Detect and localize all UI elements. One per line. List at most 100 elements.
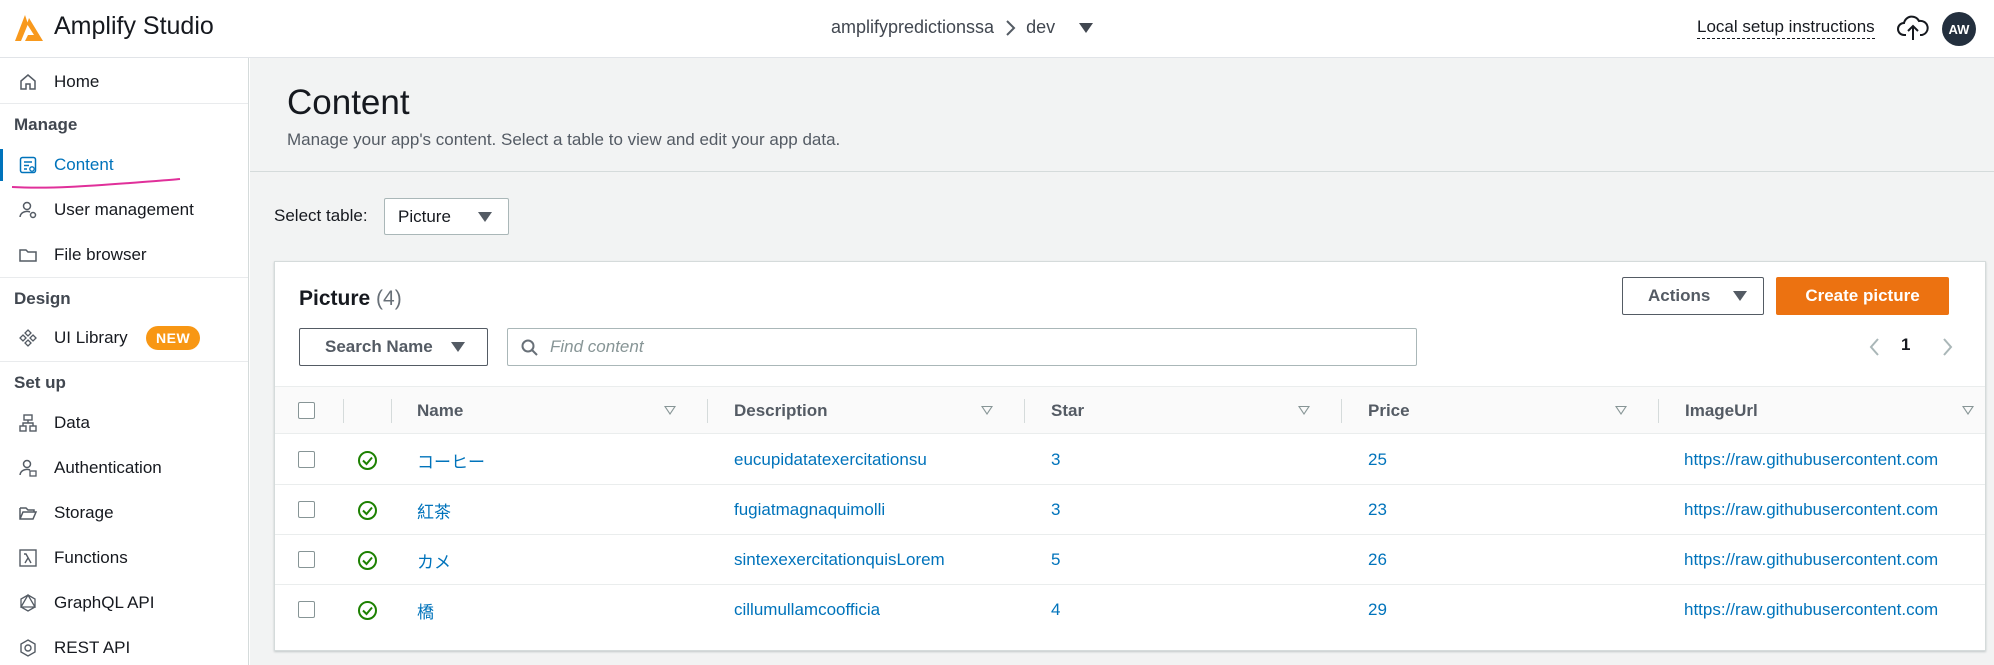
find-content-input[interactable] <box>550 329 1400 365</box>
sort-icon[interactable] <box>1962 406 1974 415</box>
actions-button[interactable]: Actions <box>1622 277 1764 315</box>
cell-description[interactable]: eucupidatatexercitationsu <box>734 435 927 485</box>
page-header: Content Manage your app's content. Selec… <box>250 58 1994 172</box>
sidebar-item-graphql-api[interactable]: GraphQL API <box>0 583 248 623</box>
cell-name[interactable]: コーヒー <box>417 435 485 485</box>
cell-description[interactable]: fugiatmagnaquimolli <box>734 485 885 535</box>
data-model-icon <box>19 414 37 432</box>
app-title: Amplify Studio <box>54 12 214 40</box>
sidebar-item-storage[interactable]: Storage <box>0 493 248 533</box>
cell-star[interactable]: 4 <box>1051 585 1060 635</box>
search-field-dropdown[interactable]: Search Name <box>299 328 488 366</box>
select-table-label: Select table: <box>274 206 368 225</box>
select-table-dropdown[interactable]: Picture <box>384 198 509 235</box>
chevron-right-icon[interactable] <box>1937 336 1957 358</box>
column-divider <box>391 399 392 423</box>
search-icon <box>521 339 538 356</box>
sidebar-item-data[interactable]: Data <box>0 403 248 443</box>
content-icon <box>19 156 37 174</box>
create-picture-button[interactable]: Create picture <box>1776 277 1949 315</box>
sort-icon[interactable] <box>664 406 676 415</box>
sidebar-item-file-browser[interactable]: File browser <box>0 235 248 275</box>
column-divider <box>1024 399 1025 423</box>
column-header-price[interactable]: Price <box>1368 387 1651 435</box>
main-content: Content Manage your app's content. Selec… <box>250 58 1994 665</box>
chevron-right-icon <box>1006 19 1016 36</box>
pagination: 1 <box>1865 334 1965 360</box>
cell-price[interactable]: 26 <box>1368 535 1387 585</box>
select-all-checkbox[interactable] <box>298 402 315 419</box>
home-icon <box>20 74 36 90</box>
cell-star[interactable]: 5 <box>1051 535 1060 585</box>
chevron-left-icon[interactable] <box>1865 336 1885 358</box>
sidebar-item-label: User management <box>54 200 194 219</box>
section-heading-manage: Manage <box>14 115 78 134</box>
record-count: (4) <box>376 287 402 310</box>
column-header-star[interactable]: Star <box>1051 387 1334 435</box>
find-content-field[interactable] <box>507 328 1417 366</box>
cell-name[interactable]: カメ <box>417 535 451 585</box>
check-circle-icon <box>358 601 377 620</box>
sort-icon[interactable] <box>1298 406 1310 415</box>
cell-star[interactable]: 3 <box>1051 485 1060 535</box>
sidebar: Home Manage Content User management File… <box>0 58 249 665</box>
check-circle-icon <box>358 551 377 570</box>
amplify-logo-icon <box>15 15 43 41</box>
table-row[interactable]: 橋 cillumullamcoofficia 4 29 https://raw.… <box>275 585 1985 635</box>
user-avatar[interactable]: AW <box>1942 12 1976 46</box>
row-checkbox[interactable] <box>298 451 315 468</box>
column-divider <box>1341 399 1342 423</box>
cell-imageurl[interactable]: https://raw.githubusercontent.com <box>1684 535 1946 585</box>
column-header-label: Price <box>1368 401 1410 420</box>
caret-down-icon <box>451 342 465 352</box>
row-checkbox[interactable] <box>298 501 315 518</box>
sidebar-item-authentication[interactable]: Authentication <box>0 448 248 488</box>
cell-imageurl[interactable]: https://raw.githubusercontent.com <box>1684 485 1946 535</box>
page-number[interactable]: 1 <box>1901 335 1910 355</box>
column-header-label: Star <box>1051 401 1085 420</box>
user-lock-icon <box>19 459 37 477</box>
local-setup-link[interactable]: Local setup instructions <box>1697 17 1875 39</box>
cell-name[interactable]: 橋 <box>417 585 434 635</box>
sort-icon[interactable] <box>1615 406 1627 415</box>
project-name[interactable]: amplifypredictionssa <box>831 17 994 38</box>
sidebar-item-label: Content <box>54 155 114 174</box>
folder-open-icon <box>19 507 38 520</box>
table-row[interactable]: カメ sintexexercitationquisLorem 5 26 http… <box>275 535 1985 585</box>
environment-name[interactable]: dev <box>1026 17 1055 38</box>
table-row[interactable]: 紅茶 fugiatmagnaquimolli 3 23 https://raw.… <box>275 485 1985 535</box>
column-divider <box>343 399 344 423</box>
cloud-upload-icon[interactable] <box>1897 14 1929 42</box>
column-header-label: ImageUrl <box>1685 401 1758 420</box>
cell-price[interactable]: 29 <box>1368 585 1387 635</box>
cell-price[interactable]: 23 <box>1368 485 1387 535</box>
sort-icon[interactable] <box>981 406 993 415</box>
environment-dropdown-icon[interactable] <box>1079 22 1094 33</box>
sidebar-item-ui-library[interactable]: UI Library NEW <box>0 318 248 358</box>
column-header-description[interactable]: Description <box>734 387 1017 435</box>
row-checkbox[interactable] <box>298 601 315 618</box>
cell-imageurl[interactable]: https://raw.githubusercontent.com <box>1684 435 1946 485</box>
column-header-imageurl[interactable]: ImageUrl <box>1685 387 1975 435</box>
cell-description[interactable]: sintexexercitationquisLorem <box>734 535 945 585</box>
table-row[interactable]: コーヒー eucupidatatexercitationsu 3 25 http… <box>275 435 1985 485</box>
cell-imageurl[interactable]: https://raw.githubusercontent.com <box>1684 585 1946 635</box>
cell-description[interactable]: cillumullamcoofficia <box>734 585 880 635</box>
search-field-label: Search Name <box>325 337 433 356</box>
cell-star[interactable]: 3 <box>1051 435 1060 485</box>
api-gear-icon <box>20 639 36 657</box>
content-table-panel: Picture (4) Actions Create picture Searc… <box>274 261 1986 651</box>
cell-name[interactable]: 紅茶 <box>417 485 451 535</box>
sidebar-item-home[interactable]: Home <box>0 62 248 102</box>
row-checkbox[interactable] <box>298 551 315 568</box>
page-description: Manage your app's content. Select a tabl… <box>287 130 841 149</box>
sidebar-item-label: GraphQL API <box>54 593 155 612</box>
column-header-name[interactable]: Name <box>417 387 700 435</box>
project-breadcrumb: amplifypredictionssa dev <box>831 17 1094 38</box>
table-name: Picture <box>299 287 371 310</box>
sidebar-item-user-management[interactable]: User management <box>0 190 248 230</box>
sidebar-item-functions[interactable]: Functions <box>0 538 248 578</box>
sidebar-item-rest-api[interactable]: REST API <box>0 628 248 665</box>
column-divider <box>707 399 708 423</box>
cell-price[interactable]: 25 <box>1368 435 1387 485</box>
